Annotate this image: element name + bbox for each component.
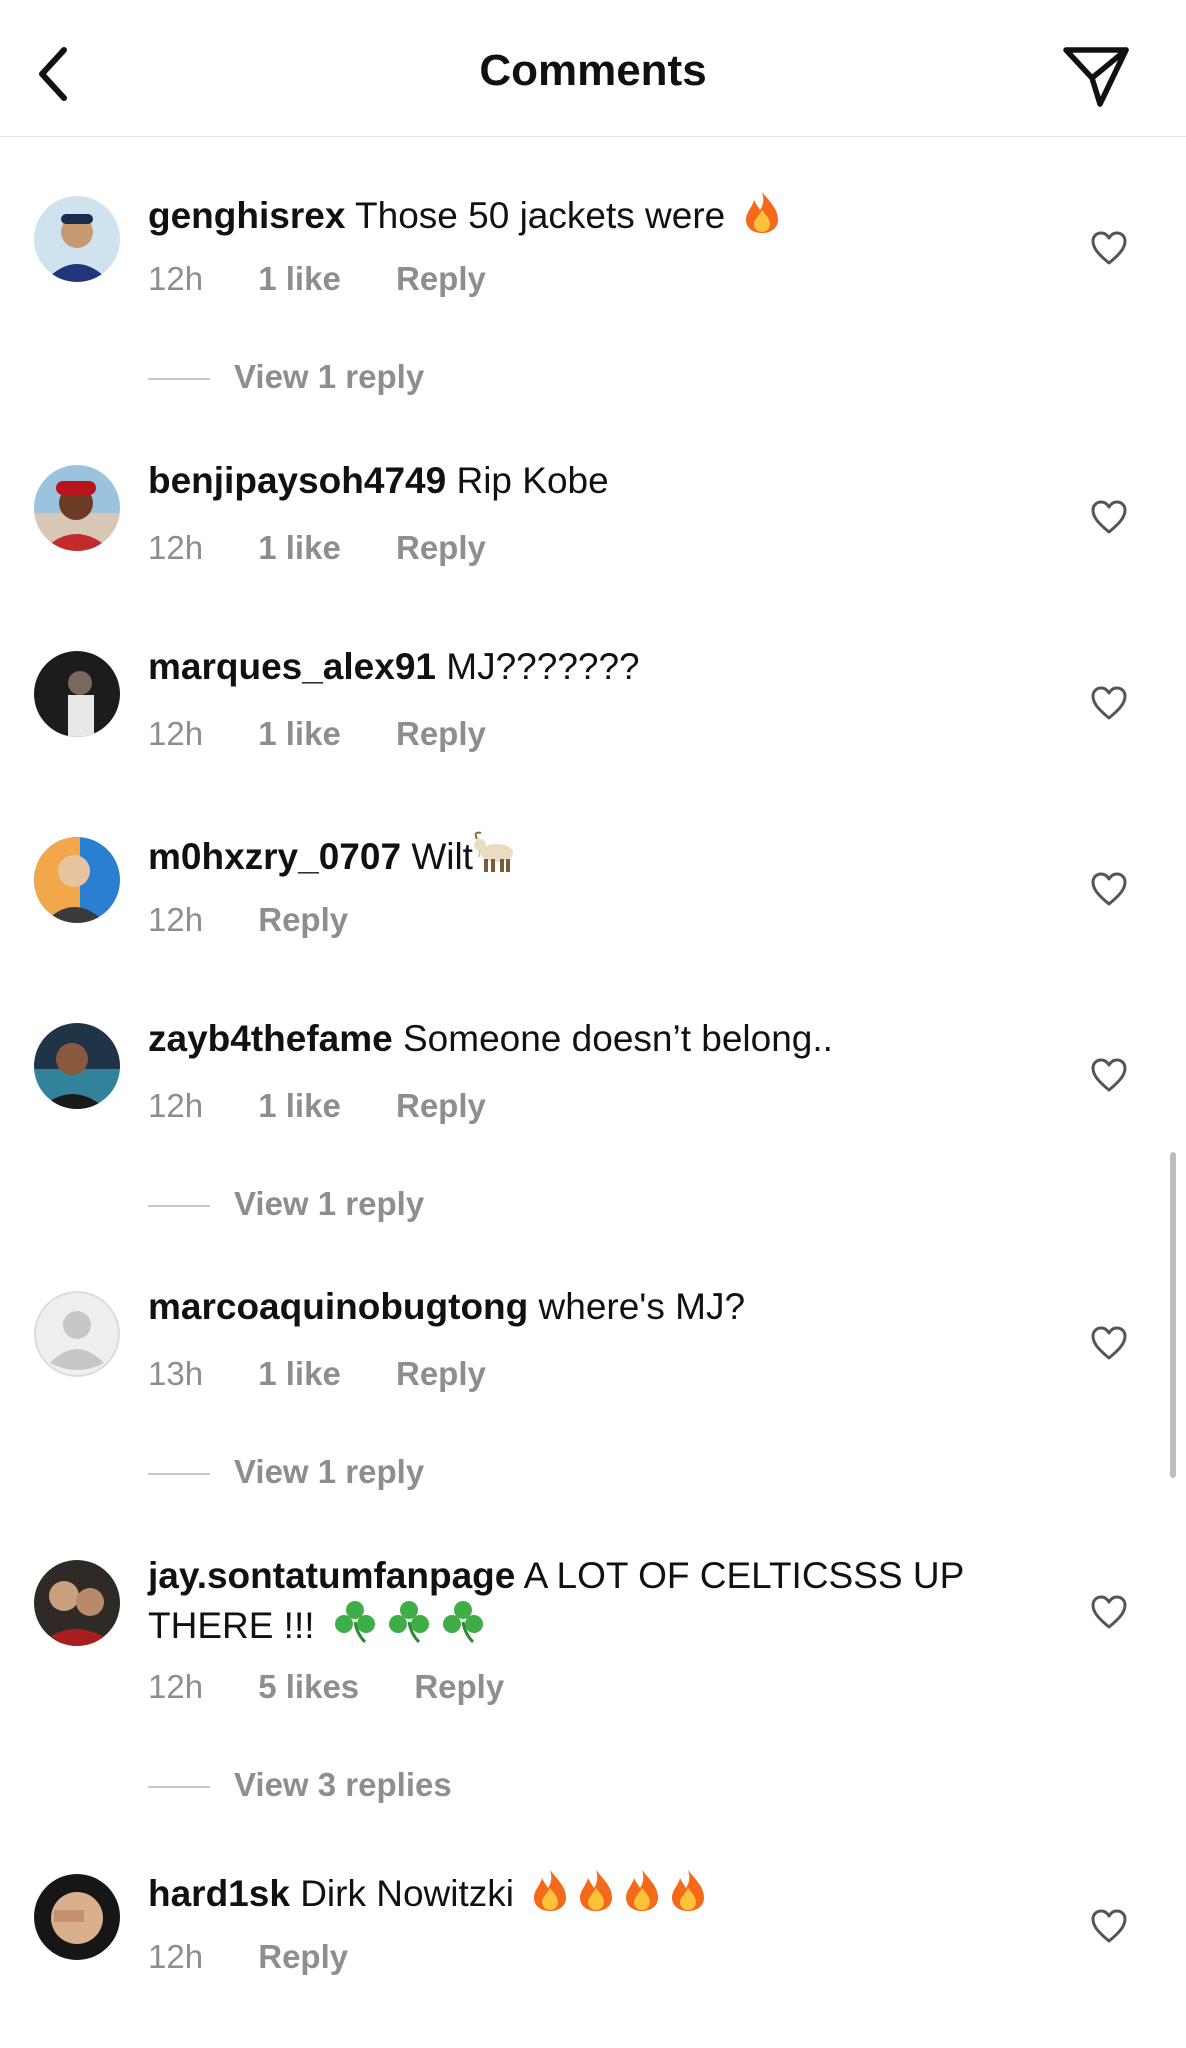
heart-icon <box>1091 1909 1127 1943</box>
comment-text: Dirk Nowitzki <box>300 1873 514 1914</box>
comment-likes[interactable]: 5 likes <box>258 1668 359 1706</box>
comment-time: 12h <box>148 1668 204 1705</box>
comment-text: Those 50 jackets were <box>355 195 726 236</box>
view-replies-label: View 1 reply <box>234 1453 425 1490</box>
comment-username[interactable]: benjipaysoh4749 <box>148 460 446 501</box>
comment-username[interactable]: genghisrex <box>148 195 345 236</box>
page-title: Comments <box>479 46 707 95</box>
reply-button[interactable]: Reply <box>258 901 348 939</box>
heart-icon <box>1091 1326 1127 1360</box>
paper-plane-icon <box>1063 47 1129 107</box>
scrollbar[interactable] <box>1170 1152 1176 1478</box>
comment-text: Rip Kobe <box>456 460 609 501</box>
heart-icon <box>1091 231 1127 265</box>
comment-time: 12h <box>148 529 204 566</box>
comment-text: where's MJ? <box>538 1286 746 1327</box>
default-avatar-icon <box>34 1291 120 1377</box>
share-button[interactable] <box>1060 40 1132 112</box>
comment-username[interactable]: marcoaquinobugtong <box>148 1286 528 1327</box>
reply-button[interactable]: Reply <box>396 529 486 567</box>
comment-time: 12h <box>148 1938 204 1975</box>
comment-username[interactable]: hard1sk <box>148 1873 290 1914</box>
reply-button[interactable]: Reply <box>396 715 486 753</box>
like-button[interactable] <box>1090 1057 1128 1093</box>
fire-emoji-icon <box>622 1868 662 1922</box>
reply-button[interactable]: Reply <box>396 260 486 298</box>
like-button[interactable] <box>1090 499 1128 535</box>
comment-username[interactable]: zayb4thefame <box>148 1018 393 1059</box>
view-replies-button[interactable]: View 1 reply <box>148 358 424 396</box>
view-replies-button[interactable]: View 3 replies <box>148 1766 452 1804</box>
avatar[interactable] <box>34 1560 120 1646</box>
comment-likes[interactable]: 1 like <box>258 260 341 298</box>
avatar[interactable] <box>34 1874 120 1960</box>
view-replies-button[interactable]: View 1 reply <box>148 1185 424 1223</box>
heart-icon <box>1091 1595 1127 1629</box>
comment-likes[interactable]: 1 like <box>258 529 341 567</box>
comment-username[interactable]: marques_alex91 <box>148 646 436 687</box>
comment-username[interactable]: jay.sontatumfanpage <box>148 1555 515 1596</box>
reply-button[interactable]: Reply <box>414 1668 504 1706</box>
like-button[interactable] <box>1090 1594 1128 1630</box>
shamrock-emoji-icon <box>385 1598 433 1654</box>
avatar[interactable] <box>34 837 120 923</box>
view-replies-label: View 3 replies <box>234 1766 452 1803</box>
like-button[interactable] <box>1090 1908 1128 1944</box>
shamrock-emoji-icon <box>439 1598 487 1654</box>
comment-meta: 12h 1 like Reply <box>148 715 486 753</box>
reply-button[interactable]: Reply <box>396 1087 486 1125</box>
divider <box>148 1473 210 1476</box>
divider <box>148 1205 210 1208</box>
goat-emoji-icon <box>473 831 521 885</box>
comment-meta: 12h 5 likes Reply <box>148 1668 504 1706</box>
view-replies-button[interactable]: View 1 reply <box>148 1453 424 1491</box>
comment-likes[interactable]: 1 like <box>258 715 341 753</box>
comment-time: 12h <box>148 901 204 938</box>
comment-meta: 13h 1 like Reply <box>148 1355 486 1393</box>
comment-time: 12h <box>148 1087 204 1124</box>
comment-meta: 12h 1 like Reply <box>148 1087 486 1125</box>
fire-emoji-icon <box>576 1868 616 1922</box>
reply-button[interactable]: Reply <box>258 1938 348 1976</box>
heart-icon <box>1091 1058 1127 1092</box>
reply-button[interactable]: Reply <box>396 1355 486 1393</box>
comment-meta: 12h Reply <box>148 901 348 939</box>
comment-text: MJ??????? <box>446 646 640 687</box>
shamrock-emoji-icon <box>331 1598 379 1654</box>
avatar[interactable] <box>34 1291 120 1377</box>
like-button[interactable] <box>1090 871 1128 907</box>
comment-time: 12h <box>148 715 204 752</box>
like-button[interactable] <box>1090 230 1128 266</box>
view-replies-label: View 1 reply <box>234 358 425 395</box>
like-button[interactable] <box>1090 1325 1128 1361</box>
divider <box>148 378 210 381</box>
fire-emoji-icon <box>530 1868 570 1922</box>
avatar[interactable] <box>34 651 120 737</box>
comment-likes[interactable]: 1 like <box>258 1087 341 1125</box>
heart-icon <box>1091 872 1127 906</box>
avatar[interactable] <box>34 1023 120 1109</box>
comment-time: 13h <box>148 1355 204 1392</box>
divider <box>148 1786 210 1789</box>
comment-text: Wilt <box>411 836 473 877</box>
like-button[interactable] <box>1090 685 1128 721</box>
fire-emoji-icon <box>742 190 782 244</box>
comment-username[interactable]: m0hxzry_0707 <box>148 836 401 877</box>
comment-meta: 12h 1 like Reply <box>148 529 486 567</box>
heart-icon <box>1091 500 1127 534</box>
comment-text: Someone doesn’t belong.. <box>403 1018 833 1059</box>
avatar[interactable] <box>34 196 120 282</box>
heart-icon <box>1091 686 1127 720</box>
comment-meta: 12h 1 like Reply <box>148 260 486 298</box>
comment-meta: 12h Reply <box>148 1938 348 1976</box>
comment-likes[interactable]: 1 like <box>258 1355 341 1393</box>
view-replies-label: View 1 reply <box>234 1185 425 1222</box>
fire-emoji-icon <box>668 1868 708 1922</box>
comment-time: 12h <box>148 260 204 297</box>
avatar[interactable] <box>34 465 120 551</box>
header: Comments <box>0 0 1186 137</box>
